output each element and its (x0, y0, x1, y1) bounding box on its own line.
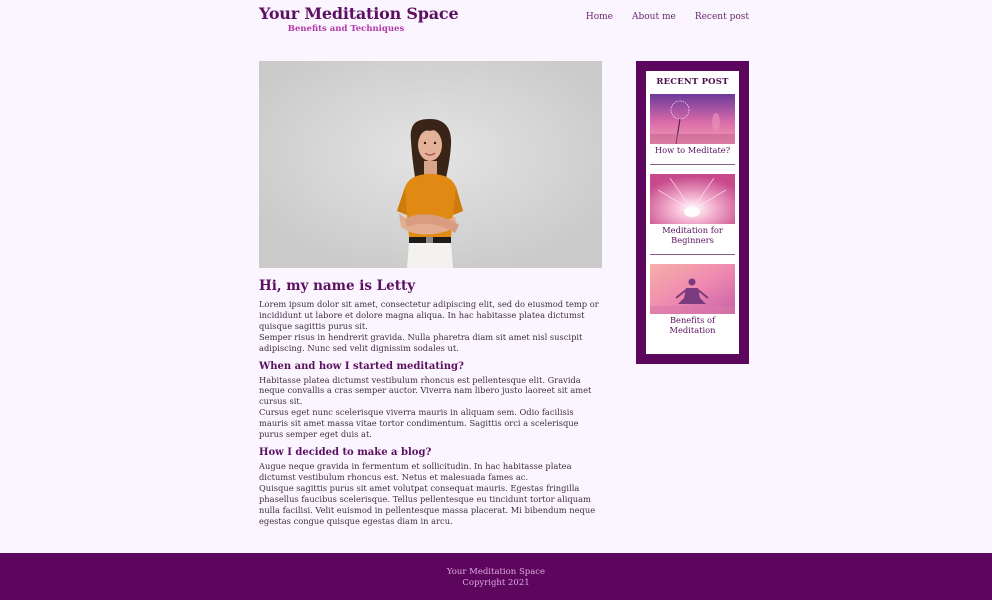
site-footer: Your Meditation Space Copyright 2021 (0, 553, 992, 600)
intro-paragraph-1: Lorem ipsum dolor sit amet, consectetur … (259, 299, 599, 331)
nav-about-link[interactable]: About me (632, 12, 676, 22)
recent-post-item[interactable]: How to Meditate? (650, 94, 735, 156)
section1-paragraph-1: Habitasse platea dictumst vestibulum rho… (259, 374, 592, 407)
recent-posts-panel: RECENT POST How to Meditate? Meditation … (646, 71, 739, 354)
post-divider (650, 163, 735, 165)
author-photo (259, 61, 602, 268)
site-title[interactable]: Your Meditation Space (259, 4, 459, 23)
site-brand[interactable]: Your Meditation Space Benefits and Techn… (259, 4, 459, 34)
section-heading-blog: How I decided to make a blog? (259, 446, 432, 458)
main-nav: Home About me Recent post (586, 12, 749, 22)
intro-paragraph-2: Semper risus in hendrerit gravida. Nulla… (259, 331, 583, 353)
post-thumbnail-meditation[interactable] (650, 263, 735, 314)
post-title-link[interactable]: How to Meditate? (650, 145, 735, 156)
section1-paragraph-2: Cursus eget nunc scelerisque viverra mau… (259, 407, 579, 440)
section-heading-started: When and how I started meditating? (259, 360, 464, 372)
nav-home-link[interactable]: Home (586, 12, 613, 22)
post-thumbnail-light[interactable] (650, 173, 735, 224)
recent-posts-sidebar: RECENT POST How to Meditate? Meditation … (636, 61, 749, 364)
footer-copyright: Copyright 2021 (462, 578, 530, 588)
recent-post-item[interactable]: Benefits of Meditation (650, 263, 735, 336)
footer-site-name: Your Meditation Space (446, 567, 546, 577)
nav-recent-post-link[interactable]: Recent post (695, 12, 749, 22)
site-subtitle: Benefits and Techniques (287, 24, 405, 34)
post-divider (650, 253, 735, 255)
article-heading: Hi, my name is Letty (259, 278, 416, 294)
section2-paragraph-2: Quisque sagittis purus sit amet volutpat… (259, 482, 596, 526)
post-title-link[interactable]: Benefits of Meditation (650, 315, 735, 336)
article-content: Hi, my name is Letty Lorem ipsum dolor s… (259, 278, 602, 526)
recent-post-item[interactable]: Meditation for Beginners (650, 173, 735, 246)
sidebar-title: RECENT POST (656, 77, 729, 87)
section2-paragraph-1: Augue neque gravida in fermentum et soll… (259, 460, 572, 482)
post-thumbnail-dandelion[interactable] (650, 94, 735, 144)
post-title-link[interactable]: Meditation for Beginners (650, 225, 735, 246)
